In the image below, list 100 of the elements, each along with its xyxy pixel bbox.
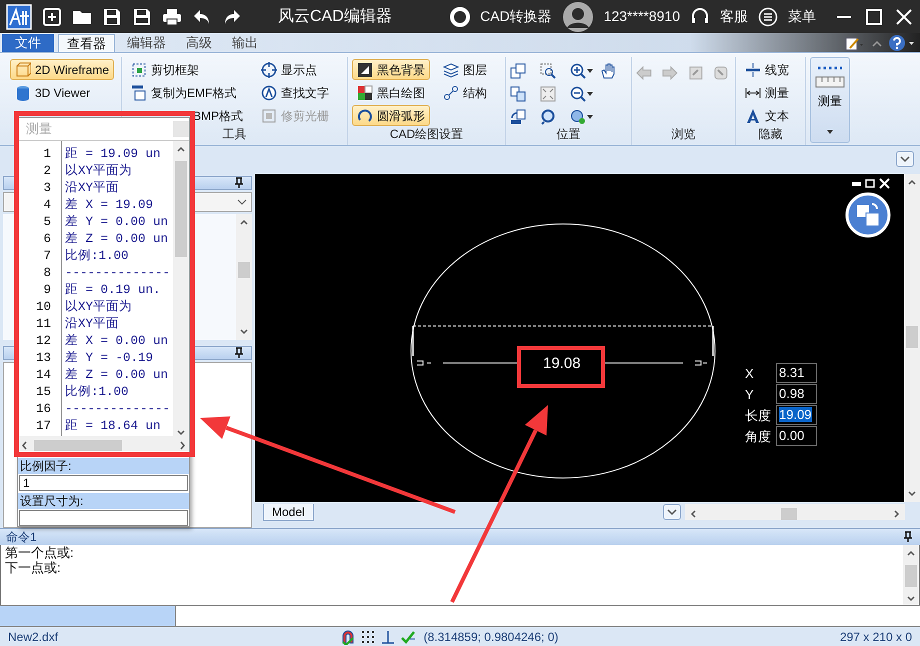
caret-icon[interactable]: [586, 68, 594, 74]
code-line: 沿XY平面: [65, 316, 120, 333]
caret-icon[interactable]: [586, 114, 594, 120]
ortho-icon[interactable]: [380, 628, 396, 644]
zoom-in-icon[interactable]: [570, 62, 586, 78]
line-number: 3: [42, 180, 51, 197]
vertical-scrollbar[interactable]: [173, 141, 189, 436]
ribbon-button[interactable]: 图层: [438, 59, 492, 80]
file-menu-button[interactable]: 文件: [2, 34, 54, 52]
ribbon-tab[interactable]: 编辑器: [119, 34, 174, 52]
ribbon-button[interactable]: 剪切框架: [126, 59, 248, 80]
wireframe-cube-icon: [15, 62, 31, 78]
ribbon-button[interactable]: 黑白绘图: [352, 82, 430, 103]
ribbon-button[interactable]: 复制为EMF格式: [126, 82, 248, 103]
layout-tab[interactable]: Model: [263, 504, 314, 520]
save-pdf-icon[interactable]: [132, 6, 152, 26]
ribbon-button[interactable]: 线宽: [740, 59, 794, 80]
ribbon-button[interactable]: 结构: [438, 82, 492, 103]
collapse-button[interactable]: [663, 504, 681, 520]
ribbon-button[interactable]: 3D Viewer: [10, 82, 114, 103]
snap-icon[interactable]: [340, 628, 356, 644]
ribbon-tab[interactable]: 查看器: [58, 34, 115, 52]
line-number: 13: [34, 350, 51, 367]
structure-icon: [443, 84, 459, 100]
zoom-window-icon[interactable]: [540, 62, 556, 78]
arc-icon: [357, 108, 373, 124]
pin-icon[interactable]: [233, 177, 245, 189]
coordinate-field[interactable]: 19.09: [776, 405, 817, 425]
close-icon[interactable]: [894, 6, 914, 26]
line-number: 10: [34, 299, 51, 316]
rotate-icon[interactable]: [510, 108, 526, 124]
drawing-canvas[interactable]: 19.08 X 8.31 Y 0.98 长度 19.09 角度 0.00: [255, 174, 904, 502]
text-style-icon: [745, 108, 761, 124]
edit-icon[interactable]: [844, 36, 866, 52]
save-icon[interactable]: [102, 6, 122, 26]
coordinate-label: 长度: [745, 407, 771, 425]
dotted-line-icon: [816, 64, 844, 72]
print-icon[interactable]: [162, 6, 182, 26]
coordinate-label: Y: [745, 386, 754, 404]
line-number: 17: [34, 418, 51, 435]
page-swap-icon[interactable]: [510, 86, 526, 102]
group-label: CAD绘图设置: [390, 127, 464, 141]
group-label: 浏览: [672, 127, 696, 141]
vertical-scrollbar[interactable]: [904, 174, 920, 502]
measure-button[interactable]: 测量: [810, 57, 850, 143]
collapse-button[interactable]: [896, 151, 914, 167]
input-field[interactable]: 1: [19, 475, 188, 491]
ring-icon[interactable]: [450, 6, 470, 26]
caret-icon[interactable]: [586, 90, 594, 96]
avatar-icon[interactable]: [562, 0, 594, 32]
code-line: 比例:1.00: [65, 384, 130, 401]
globe-icon[interactable]: [570, 108, 586, 124]
ribbon-button[interactable]: 圆滑弧形: [352, 105, 430, 126]
zoom-icon[interactable]: [540, 108, 556, 124]
coordinate-field[interactable]: 0.98: [776, 384, 817, 404]
converter-link[interactable]: CAD转换器: [480, 6, 552, 27]
panel-title: 命令1: [6, 529, 37, 546]
code-line: 以XY平面为: [65, 163, 134, 180]
command-line: 第一个点或:: [5, 545, 75, 560]
line-number: 9: [42, 282, 51, 299]
line-number: 4: [42, 197, 51, 214]
vertical-scrollbar[interactable]: [903, 545, 919, 605]
ribbon-button[interactable]: 文本: [740, 105, 794, 126]
layers-icon: [443, 62, 459, 78]
ribbon-button[interactable]: 测量: [740, 82, 794, 103]
menu-link[interactable]: 菜单: [788, 6, 816, 27]
zoom-out-icon[interactable]: [570, 86, 586, 102]
coordinate-field[interactable]: 8.31: [776, 363, 817, 383]
ribbon-button[interactable]: 查找文字: [256, 82, 334, 103]
ribbon-tab[interactable]: 输出: [224, 34, 266, 52]
group-label: 位置: [556, 127, 580, 141]
window-controls-icon[interactable]: [851, 177, 891, 189]
ribbon-button[interactable]: 显示点: [256, 59, 334, 80]
code-line: --------------: [65, 265, 172, 282]
ribbon-button[interactable]: 2D Wireframe: [10, 59, 114, 80]
ribbon-tab[interactable]: 高级: [178, 34, 220, 52]
pin-icon[interactable]: [902, 531, 914, 543]
help-icon[interactable]: [888, 34, 916, 52]
support-link[interactable]: 客服: [720, 6, 748, 27]
ribbon-button[interactable]: 黑色背景: [352, 59, 430, 80]
line-number: 12: [34, 333, 51, 350]
pin-icon[interactable]: [233, 347, 245, 359]
code-line: 差 Y = -0.19: [65, 350, 154, 367]
maximize-icon[interactable]: [864, 6, 884, 26]
coordinate-field[interactable]: 0.00: [776, 426, 817, 446]
vertical-scrollbar[interactable]: [236, 214, 252, 340]
horizontal-scrollbar[interactable]: [18, 436, 189, 451]
menu-icon[interactable]: [758, 6, 778, 26]
grid-icon[interactable]: [360, 628, 376, 644]
line-number: 7: [42, 248, 51, 265]
input-field[interactable]: [19, 510, 188, 526]
check-icon[interactable]: [400, 628, 416, 644]
new-file-icon[interactable]: [42, 6, 62, 26]
fit-icon[interactable]: [540, 86, 556, 102]
chevron-icon: [900, 155, 910, 163]
hand-icon[interactable]: [600, 62, 616, 78]
horizontal-scrollbar[interactable]: [685, 504, 905, 520]
account-name[interactable]: 123****8910: [604, 6, 680, 27]
translate-button[interactable]: [845, 192, 891, 238]
page-icon[interactable]: [510, 62, 526, 78]
